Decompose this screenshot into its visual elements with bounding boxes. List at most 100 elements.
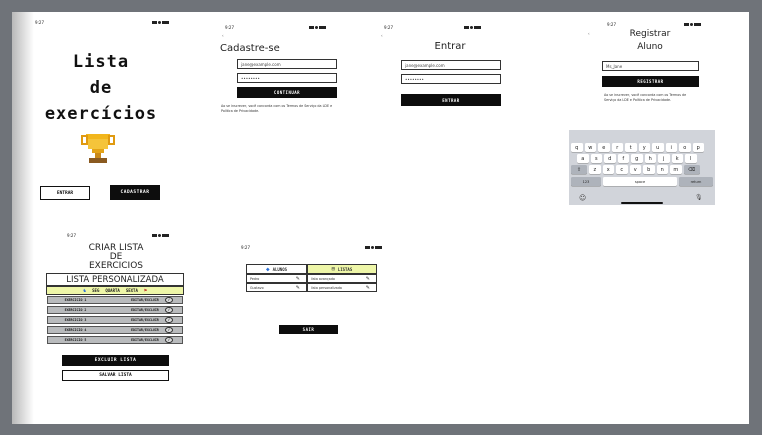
password-field[interactable]: •••••••• [237, 73, 337, 83]
home-indicator [621, 202, 663, 204]
key-i[interactable]: i [665, 143, 677, 152]
key-g[interactable]: g [631, 154, 643, 163]
email-field[interactable]: jane@example.com [237, 59, 337, 69]
numbers-key[interactable]: 123 [571, 177, 601, 186]
list-row[interactable]: lista avançado ✎ [307, 274, 377, 283]
key-c[interactable]: c [616, 165, 628, 174]
tab-lists[interactable]: ▤ LISTAS [307, 264, 377, 274]
days-row: ♞ SEG QUARTA SEXTA ⚑ [46, 286, 184, 295]
key-o[interactable]: o [679, 143, 691, 152]
login-button[interactable]: ENTRAR [401, 94, 501, 106]
student-name: Pedro [250, 276, 260, 281]
student-name-field[interactable]: Ms_Jane [602, 61, 699, 71]
exercise-name: EXERCICIO 3 [64, 318, 87, 322]
list-row[interactable]: lista personalizada ✎ [307, 283, 377, 292]
key-r[interactable]: r [611, 143, 623, 152]
edit-icon[interactable]: ✎ [366, 285, 370, 291]
key-k[interactable]: k [671, 154, 683, 163]
exit-button[interactable]: SAIR [279, 325, 338, 334]
back-icon[interactable]: ‹ [381, 33, 383, 38]
key-x[interactable]: x [602, 165, 614, 174]
key-e[interactable]: e [598, 143, 610, 152]
register-button[interactable]: CADASTRAR [110, 185, 160, 200]
check-icon[interactable]: ✓ [165, 336, 173, 344]
exercise-row[interactable]: EXERCICIO 4 EDITAR/EXCLUIR ✓ [47, 326, 183, 334]
exercise-row[interactable]: EXERCICIO 3 EDITAR/EXCLUIR ✓ [47, 316, 183, 324]
key-l[interactable]: l [685, 154, 697, 163]
edit-delete-link[interactable]: EDITAR/EXCLUIR [131, 328, 161, 332]
status-time: 9:27 [35, 20, 44, 25]
exercise-row[interactable]: EXERCICIO 2 EDITAR/EXCLUIR ✓ [47, 306, 183, 314]
edit-delete-link[interactable]: EDITAR/EXCLUIR [131, 308, 161, 312]
title-line-1: Lista [72, 52, 130, 72]
keyboard-row-4: 123 space return [571, 177, 713, 186]
title-line-3: exercícios [44, 104, 158, 124]
key-w[interactable]: w [584, 143, 596, 152]
key-z[interactable]: z [589, 165, 601, 174]
back-icon[interactable]: ‹ [222, 33, 224, 38]
key-t[interactable]: t [625, 143, 637, 152]
space-key[interactable]: space [603, 177, 677, 186]
key-v[interactable]: v [629, 165, 641, 174]
edit-icon[interactable]: ✎ [296, 285, 300, 291]
status-icons [365, 246, 382, 249]
exercise-row[interactable]: EXERCICIO 5 EDITAR/EXCLUIR ✓ [47, 336, 183, 344]
key-a[interactable]: a [577, 154, 589, 163]
status-time: 9:27 [67, 233, 76, 238]
list-name: lista avançado [311, 276, 335, 281]
save-list-button[interactable]: SALVAR LISTA [62, 370, 169, 381]
status-icons [684, 23, 701, 26]
return-key[interactable]: return [679, 177, 713, 186]
key-j[interactable]: j [658, 154, 670, 163]
password-field[interactable]: •••••••• [401, 74, 501, 84]
tab-students[interactable]: ◆ ALUNOS [246, 264, 307, 274]
edit-icon[interactable]: ✎ [366, 276, 370, 282]
day-monday[interactable]: SEG [92, 288, 99, 293]
check-icon[interactable]: ✓ [165, 326, 173, 334]
exercise-name: EXERCICIO 4 [64, 328, 87, 332]
status-time: 9:27 [241, 245, 250, 250]
emoji-icon[interactable]: ☺ [579, 194, 586, 202]
key-y[interactable]: y [638, 143, 650, 152]
microphone-icon[interactable]: 🎙 [695, 194, 703, 201]
edit-delete-link[interactable]: EDITAR/EXCLUIR [131, 338, 161, 342]
key-h[interactable]: h [644, 154, 656, 163]
continue-button[interactable]: CONTINUAR [237, 87, 337, 98]
edit-icon[interactable]: ✎ [296, 276, 300, 282]
status-icons [464, 26, 481, 29]
key-u[interactable]: u [652, 143, 664, 152]
check-icon[interactable]: ✓ [165, 306, 173, 314]
check-icon[interactable]: ✓ [165, 296, 173, 304]
exercise-name: EXERCICIO 2 [64, 308, 87, 312]
day-wednesday[interactable]: QUARTA [105, 288, 119, 293]
shift-key-icon[interactable]: ⇧ [571, 165, 587, 174]
register-heading-line-2: Aluno [637, 42, 663, 52]
delete-list-button[interactable]: EXCLUIR LISTA [62, 355, 169, 366]
key-p[interactable]: p [692, 143, 704, 152]
key-d[interactable]: d [604, 154, 616, 163]
key-n[interactable]: n [656, 165, 668, 174]
key-f[interactable]: f [617, 154, 629, 163]
enter-button[interactable]: ENTRAR [40, 186, 90, 200]
exercise-row[interactable]: EXERCICIO 1 EDITAR/EXCLUIR ✓ [47, 296, 183, 304]
edit-delete-link[interactable]: EDITAR/EXCLUIR [131, 318, 161, 322]
student-row[interactable]: Pedro ✎ [246, 274, 307, 283]
flag-icon: ⚑ [143, 287, 147, 294]
key-s[interactable]: s [590, 154, 602, 163]
email-field[interactable]: jane@example.com [401, 60, 501, 70]
register-student-button[interactable]: REGISTRAR [602, 76, 699, 87]
back-icon[interactable]: ‹ [588, 31, 590, 36]
exercise-name: EXERCICIO 5 [64, 338, 87, 342]
trophy-icon [81, 134, 115, 163]
student-name: Gustavo [250, 285, 264, 290]
student-row[interactable]: Gustavo ✎ [246, 283, 307, 292]
day-friday[interactable]: SEXTA [126, 288, 138, 293]
key-b[interactable]: b [643, 165, 655, 174]
status-time: 9:27 [225, 25, 234, 30]
tab-lists-label: LISTAS [337, 266, 353, 272]
key-q[interactable]: q [571, 143, 583, 152]
key-m[interactable]: m [670, 165, 682, 174]
edit-delete-link[interactable]: EDITAR/EXCLUIR [131, 298, 161, 302]
backspace-key-icon[interactable]: ⌫ [683, 165, 700, 174]
check-icon[interactable]: ✓ [165, 316, 173, 324]
